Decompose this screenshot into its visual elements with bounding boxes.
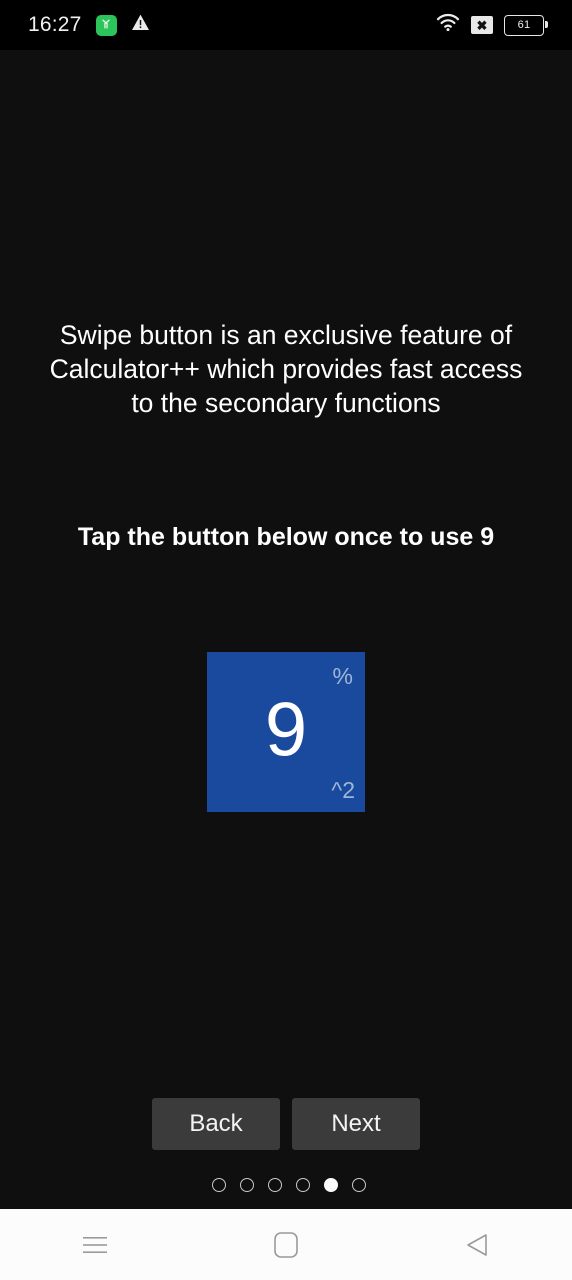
swipe-button-percent-label: % bbox=[332, 663, 353, 689]
instruction-text: Tap the button below once to use 9 bbox=[77, 523, 495, 551]
page-dot-6[interactable] bbox=[352, 1178, 366, 1192]
swipe-button-square-label: ^2 bbox=[331, 777, 355, 803]
wizard-button-row: Back Next bbox=[0, 1098, 572, 1150]
recents-icon bbox=[82, 1235, 108, 1255]
system-navigation-bar bbox=[0, 1209, 572, 1280]
phone-screen: 16:27 ✖ 61 Swipe button is an exclusive … bbox=[0, 0, 572, 1280]
intro-description: Swipe button is an exclusive feature of … bbox=[49, 320, 523, 418]
page-dot-2[interactable] bbox=[240, 1178, 254, 1192]
wizard-content: Swipe button is an exclusive feature of … bbox=[0, 50, 572, 1209]
page-dot-3[interactable] bbox=[268, 1178, 282, 1192]
wifi-icon bbox=[436, 13, 460, 37]
back-icon bbox=[465, 1232, 489, 1258]
home-button[interactable] bbox=[191, 1209, 382, 1280]
battery-level-label: 61 bbox=[517, 18, 531, 31]
status-bar-clock: 16:27 bbox=[28, 13, 82, 36]
page-dot-5[interactable] bbox=[324, 1178, 338, 1192]
recents-button[interactable] bbox=[0, 1209, 191, 1280]
status-bar: 16:27 ✖ 61 bbox=[0, 0, 572, 50]
page-indicator bbox=[0, 1178, 572, 1192]
back-nav-button[interactable] bbox=[381, 1209, 572, 1280]
swipe-button-main-label: 9 bbox=[264, 687, 308, 773]
status-bar-right: ✖ 61 bbox=[436, 13, 548, 37]
home-icon bbox=[274, 1231, 298, 1258]
warning-triangle-icon bbox=[131, 13, 150, 37]
next-button[interactable]: Next bbox=[292, 1098, 420, 1150]
page-dot-4[interactable] bbox=[296, 1178, 310, 1192]
battery-icon: 61 bbox=[504, 14, 548, 36]
page-dot-1[interactable] bbox=[212, 1178, 226, 1192]
status-bar-left: 16:27 bbox=[28, 13, 150, 37]
swipe-button-digit-9[interactable]: % 9 ^2 bbox=[207, 652, 365, 812]
back-button[interactable]: Back bbox=[152, 1098, 280, 1150]
no-signal-icon: ✖ bbox=[471, 16, 493, 34]
green-app-badge-icon bbox=[95, 14, 117, 36]
